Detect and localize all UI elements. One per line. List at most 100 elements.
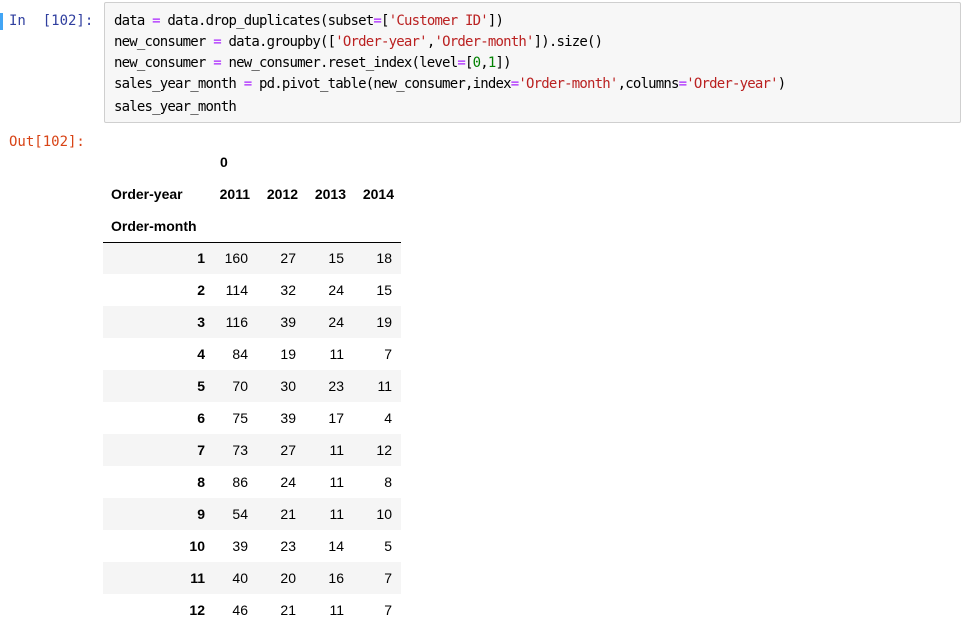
table-cell: 46 bbox=[232, 602, 248, 618]
code-line-4[interactable]: sales_year_month = pd.pivot_table(new_co… bbox=[114, 74, 786, 95]
row-index: 3 bbox=[197, 314, 205, 330]
table-cell: 11 bbox=[329, 506, 344, 522]
table-row: 9 54 21 11 10 bbox=[103, 498, 401, 530]
table-cell: 15 bbox=[376, 282, 392, 298]
table-cell: 23 bbox=[328, 378, 344, 394]
table-cell: 20 bbox=[280, 570, 296, 586]
code-editor[interactable]: data = data.drop_duplicates(subset=['Cus… bbox=[104, 2, 961, 123]
table-cell: 84 bbox=[232, 346, 248, 362]
code-token-operator: = bbox=[457, 55, 465, 71]
code-token-string: 'Customer ID' bbox=[388, 13, 489, 29]
table-cell: 116 bbox=[225, 314, 248, 330]
code-token: ]).size() bbox=[533, 34, 603, 50]
code-token: , bbox=[480, 55, 488, 71]
row-index: 7 bbox=[197, 442, 205, 458]
code-token: new_consumer.reset_index(level bbox=[220, 55, 458, 71]
table-cell: 39 bbox=[280, 314, 296, 330]
input-prompt: In [102]: bbox=[9, 13, 94, 29]
code-token-string: 'Order-year' bbox=[335, 34, 427, 50]
code-token: [ bbox=[381, 13, 389, 29]
column-header-2014: 2014 bbox=[362, 186, 394, 202]
table-cell: 19 bbox=[376, 314, 392, 330]
code-line-2[interactable]: new_consumer = data.groupby(['Order-year… bbox=[114, 32, 603, 53]
table-row: 6 75 39 17 4 bbox=[103, 402, 401, 434]
row-index: 2 bbox=[197, 282, 205, 298]
table-cell: 27 bbox=[280, 250, 296, 267]
table-cell: 7 bbox=[384, 602, 392, 618]
table-row: 4 84 19 11 7 bbox=[103, 338, 401, 370]
table-cell: 21 bbox=[280, 506, 296, 522]
table-cell: 11 bbox=[329, 442, 344, 458]
table-row: 2 114 32 24 15 bbox=[103, 274, 401, 306]
table-cell: 15 bbox=[328, 250, 344, 267]
table-cell: 4 bbox=[384, 410, 392, 426]
code-token: data.groupby([ bbox=[220, 34, 336, 50]
code-token-string: 'Order-month' bbox=[434, 34, 534, 50]
table-cell: 8 bbox=[384, 474, 392, 490]
code-token: ,columns bbox=[617, 76, 680, 92]
code-token-string: 'Order-month' bbox=[518, 76, 618, 92]
column-level0-label: 0 bbox=[220, 154, 228, 170]
table-cell: 70 bbox=[232, 378, 248, 394]
table-cell: 27 bbox=[280, 442, 296, 458]
table-cell: 18 bbox=[376, 250, 392, 267]
header-blank bbox=[305, 146, 353, 178]
table-row: 3 116 39 24 19 bbox=[103, 306, 401, 338]
header-row-level0: 0 bbox=[103, 146, 401, 178]
code-token-operator: = bbox=[213, 55, 221, 71]
code-token-number: 1 bbox=[487, 55, 496, 71]
row-index: 6 bbox=[197, 410, 205, 426]
table-cell: 23 bbox=[280, 538, 296, 554]
table-row: 12 46 21 11 7 bbox=[103, 594, 401, 626]
table-cell: 39 bbox=[280, 410, 296, 426]
table-cell: 7 bbox=[384, 570, 392, 586]
table-cell: 12 bbox=[376, 442, 392, 458]
pivot-table-output: 0 Order-year 2011 2012 2013 2014 Order-m… bbox=[103, 146, 401, 626]
row-index: 1 bbox=[197, 250, 205, 267]
table-cell: 11 bbox=[377, 378, 392, 394]
table-row: 8 86 24 11 8 bbox=[103, 466, 401, 498]
table-cell: 21 bbox=[280, 602, 296, 618]
table-cell: 24 bbox=[280, 474, 296, 490]
selected-cell-marker bbox=[0, 13, 3, 30]
row-index: 9 bbox=[197, 506, 205, 522]
table-cell: 114 bbox=[225, 282, 248, 298]
header-blank bbox=[209, 210, 257, 243]
code-line-5[interactable]: sales_year_month bbox=[114, 97, 237, 118]
code-token: ) bbox=[777, 76, 786, 92]
table-cell: 160 bbox=[224, 250, 248, 267]
header-row-index-name: Order-month bbox=[103, 210, 401, 243]
code-line-1[interactable]: data = data.drop_duplicates(subset=['Cus… bbox=[114, 11, 504, 32]
table-cell: 7 bbox=[384, 346, 392, 362]
table-cell: 17 bbox=[328, 410, 344, 426]
row-index: 11 bbox=[190, 570, 205, 586]
code-token-operator: = bbox=[213, 34, 221, 50]
output-prompt: Out[102]: bbox=[9, 134, 85, 150]
header-row-columns: Order-year 2011 2012 2013 2014 bbox=[103, 178, 401, 210]
row-index: 12 bbox=[189, 602, 205, 618]
table-row: 7 73 27 11 12 bbox=[103, 434, 401, 466]
table-row: 5 70 30 23 11 bbox=[103, 370, 401, 402]
table-cell: 14 bbox=[328, 538, 344, 554]
header-blank bbox=[305, 210, 353, 243]
table-cell: 10 bbox=[376, 506, 392, 522]
code-line-3[interactable]: new_consumer = new_consumer.reset_index(… bbox=[114, 53, 512, 74]
row-index: 10 bbox=[189, 538, 205, 554]
table-row: 1 160 27 15 18 bbox=[103, 242, 401, 274]
table-row: 11 40 20 16 7 bbox=[103, 562, 401, 594]
column-header-2012: 2012 bbox=[266, 186, 298, 202]
table-cell: 24 bbox=[328, 282, 344, 298]
table-cell: 75 bbox=[232, 410, 248, 426]
code-token-string: 'Order-year' bbox=[686, 76, 778, 92]
code-token: sales_year_month bbox=[114, 76, 244, 92]
row-index: 5 bbox=[197, 378, 205, 394]
table-cell: 54 bbox=[232, 506, 248, 522]
code-token: [ bbox=[464, 55, 473, 71]
header-blank bbox=[353, 210, 401, 243]
header-blank bbox=[257, 210, 305, 243]
index-name: Order-month bbox=[103, 210, 209, 243]
header-blank bbox=[353, 146, 401, 178]
row-index: 4 bbox=[197, 346, 205, 362]
table-cell: 24 bbox=[328, 314, 344, 330]
table-cell: 30 bbox=[280, 378, 296, 394]
